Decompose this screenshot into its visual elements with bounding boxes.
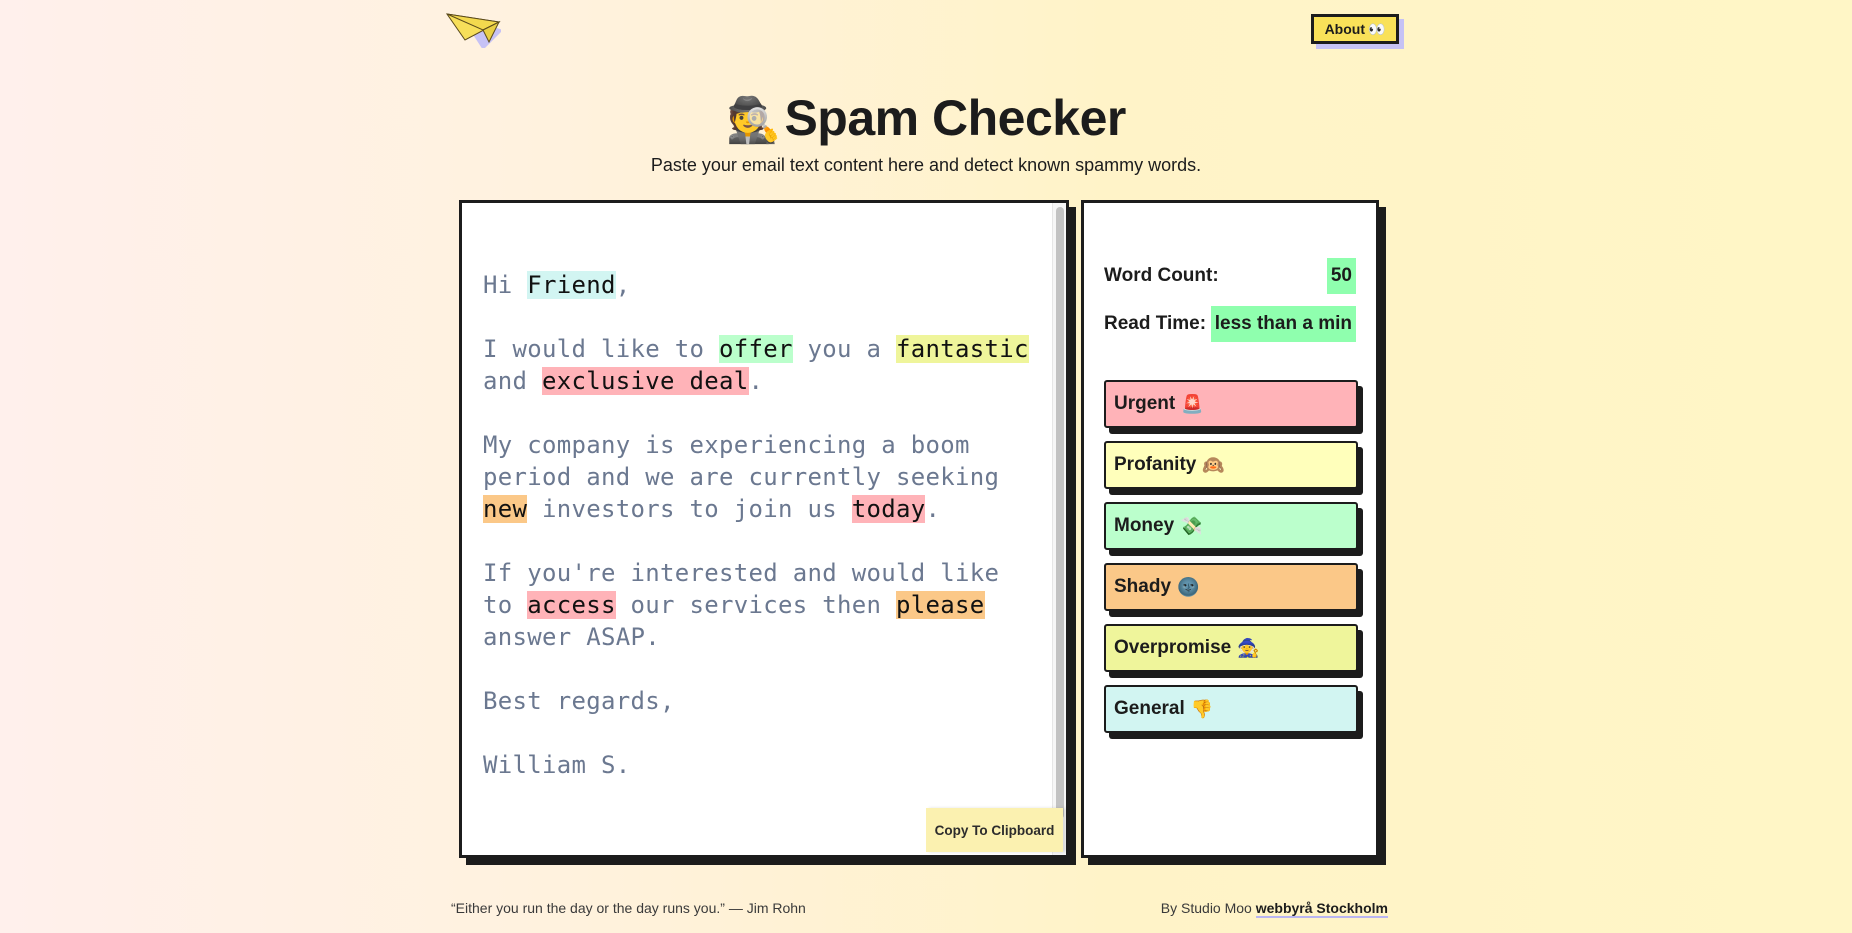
- email-text: My company is experiencing a boom period…: [483, 431, 1014, 491]
- email-text: .: [925, 495, 941, 523]
- category-profanity[interactable]: Profanity 🙉: [1104, 441, 1358, 489]
- category-label: Money: [1114, 515, 1175, 536]
- editor-scrollbar[interactable]: [1052, 203, 1066, 855]
- email-text: Best regards,: [483, 687, 675, 715]
- email-text: you a: [792, 335, 896, 363]
- email-paragraph: If you're interested and would like to a…: [483, 557, 1034, 653]
- email-text: our services then: [615, 591, 896, 619]
- eyes-icon: 👀: [1368, 20, 1386, 37]
- category-general[interactable]: General 👎: [1104, 685, 1358, 733]
- spam-word-shady[interactable]: new: [483, 495, 528, 523]
- word-count-label: Word Count:: [1104, 265, 1219, 286]
- profanity-emoji-icon: 🙉: [1202, 454, 1225, 475]
- spam-word-overpromise[interactable]: fantastic: [896, 335, 1029, 363]
- paper-plane-logo-icon[interactable]: [445, 12, 501, 48]
- money-emoji-icon: 💸: [1180, 515, 1203, 536]
- email-text: I would like to: [483, 335, 719, 363]
- category-label: Profanity: [1114, 454, 1197, 475]
- word-count-value: 50: [1326, 258, 1356, 294]
- hero: 🕵️Spam Checker Paste your email text con…: [0, 88, 1852, 177]
- footer-agency-link[interactable]: webbyrå Stockholm: [1255, 900, 1388, 918]
- spam-word-urgent[interactable]: access: [527, 591, 616, 619]
- category-overpromise[interactable]: Overpromise 🧙: [1104, 624, 1358, 672]
- spam-word-money[interactable]: offer: [719, 335, 793, 363]
- category-label: Overpromise: [1114, 637, 1232, 658]
- category-money[interactable]: Money 💸: [1104, 502, 1358, 550]
- spam-word-shady[interactable]: please: [896, 591, 985, 619]
- email-paragraph: William S.: [483, 749, 1034, 781]
- urgent-emoji-icon: 🚨: [1181, 393, 1204, 414]
- overpromise-emoji-icon: 🧙: [1237, 637, 1260, 658]
- general-emoji-icon: 👎: [1190, 698, 1214, 719]
- footer-credit: By Studio Moo webbyrå Stockholm: [1160, 900, 1388, 918]
- read-time-value: less than a min: [1210, 306, 1356, 342]
- footer-quote: “Either you run the day or the day runs …: [451, 900, 806, 916]
- word-count-row: Word Count: 50: [1104, 258, 1356, 294]
- spam-word-urgent[interactable]: exclusive deal: [542, 367, 749, 395]
- email-paragraph: Hi Friend,: [483, 269, 1034, 301]
- email-paragraph: I would like to offer you a fantastic an…: [483, 333, 1034, 397]
- read-time-label: Read Time:: [1104, 313, 1207, 334]
- about-label: About: [1324, 21, 1365, 37]
- copy-to-clipboard-button[interactable]: Copy To Clipboard: [926, 808, 1063, 852]
- spam-word-general[interactable]: Friend: [527, 271, 616, 299]
- category-label: General: [1114, 698, 1185, 719]
- category-shady[interactable]: Shady 🌚: [1104, 563, 1358, 611]
- detective-icon: 🕵️: [726, 96, 781, 145]
- email-text: Hi: [483, 271, 528, 299]
- email-text: William S.: [483, 751, 631, 779]
- spam-word-urgent[interactable]: today: [851, 495, 926, 523]
- shady-emoji-icon: 🌚: [1177, 576, 1200, 597]
- category-label: Shady: [1114, 576, 1172, 597]
- email-text: .: [748, 367, 764, 395]
- email-paragraph: My company is experiencing a boom period…: [483, 429, 1034, 525]
- results-panel: Word Count: 50 Read Time: less than a mi…: [1081, 200, 1379, 858]
- about-button[interactable]: About 👀: [1311, 14, 1399, 44]
- read-time-row: Read Time: less than a min: [1104, 306, 1356, 342]
- page-subtitle: Paste your email text content here and d…: [650, 155, 1202, 175]
- email-text: investors to join us: [527, 495, 852, 523]
- email-text-editor[interactable]: Hi Friend, I would like to offer you a fa…: [462, 203, 1052, 855]
- page-title-text: Spam Checker: [784, 90, 1126, 146]
- page-title: 🕵️Spam Checker: [0, 88, 1852, 151]
- category-urgent[interactable]: Urgent 🚨: [1104, 380, 1358, 428]
- category-label: Urgent: [1114, 393, 1176, 414]
- top-bar: About 👀: [0, 0, 1852, 60]
- editor-scroll-thumb[interactable]: [1056, 207, 1064, 819]
- email-editor-card: Hi Friend, I would like to offer you a fa…: [459, 200, 1069, 858]
- email-text: ,: [615, 271, 631, 299]
- footer-by-text: By Studio Moo: [1160, 900, 1256, 916]
- email-paragraph: Best regards,: [483, 685, 1034, 717]
